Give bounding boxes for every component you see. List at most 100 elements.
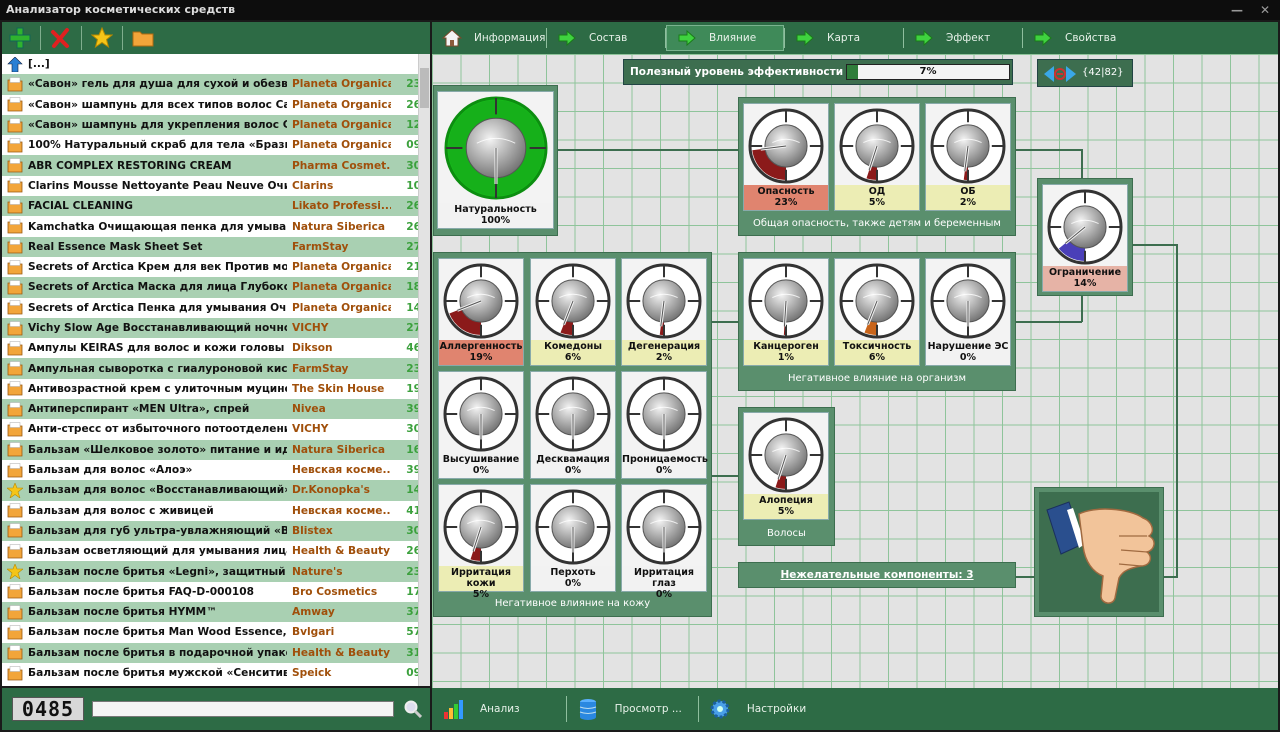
ble-bar: Полезный уровень эффективности (BLE): 7% <box>623 59 1013 85</box>
list-item[interactable]: Бальзам осветляющий для умывания лица, ш… <box>2 541 430 561</box>
list-item[interactable]: Бальзам для волос с живицей Невская косме… <box>2 501 430 521</box>
ratio-box: {42|82} <box>1037 59 1133 87</box>
star-icon <box>7 482 23 498</box>
item-name: 100% Натуральный скраб для тела «Бразиль… <box>28 139 287 152</box>
folder-icon[interactable] <box>129 24 157 52</box>
item-name: Бальзам для волос «Алоэ» <box>28 464 193 477</box>
permeability-gauge[interactable]: Проницаемость 0% <box>621 371 708 479</box>
file-icon <box>7 361 23 376</box>
list-item[interactable]: Бальзам для волос «Алоэ» Невская косме...… <box>2 460 430 480</box>
ob-gauge[interactable]: ОБ 2% <box>925 103 1011 211</box>
list-item[interactable]: Secrets of Arctica Крем для век Против м… <box>2 257 430 277</box>
gear-icon <box>710 699 730 719</box>
tab-composition[interactable]: Состав <box>547 22 665 54</box>
item-name: Secrets of Arctica Пенка для умывания Оч… <box>28 301 287 314</box>
list-item[interactable]: Real Essence Mask Sheet Set FarmStay 27 <box>2 236 430 257</box>
favorite-icon[interactable] <box>88 24 116 52</box>
list-item[interactable]: «Савон» шампунь для всех типов волос Сав… <box>2 95 430 115</box>
settings-button[interactable]: Настройки <box>699 688 806 730</box>
item-name: Бальзам после бритья в подарочной упаков… <box>28 646 287 659</box>
comedones-gauge[interactable]: Комедоны 6% <box>530 258 616 366</box>
naturalness-gauge[interactable]: Натуральность 100% <box>437 91 554 229</box>
gauge-label: ОБ <box>960 186 976 197</box>
list-item[interactable]: Бальзам после бритья в подарочной упаков… <box>2 642 430 663</box>
item-name: Secrets of Arctica Маска для лица Глубок… <box>28 281 287 294</box>
tab-influence[interactable]: Влияние <box>666 25 784 51</box>
desquamation-gauge[interactable]: Десквамация 0% <box>530 371 616 479</box>
gauge-value: 19% <box>469 352 493 363</box>
window-title: Анализатор косметических средств — ✕ <box>0 0 1280 20</box>
list-item[interactable]: Анти-стресс от избыточного потоотделения… <box>2 419 430 439</box>
gauge-label: ОД <box>868 186 886 197</box>
dandruff-gauge[interactable]: Перхоть 0% <box>530 484 616 592</box>
view-button[interactable]: Просмотр ... <box>567 688 682 730</box>
tab-map[interactable]: Карта <box>785 22 903 54</box>
list-item[interactable]: Secrets of Arctica Пенка для умывания Оч… <box>2 298 430 318</box>
item-brand: Невская косме... <box>292 464 391 477</box>
list-item[interactable]: «Савон» шампунь для укрепления волос Сав… <box>2 114 430 136</box>
gauge-label: Аллергенность <box>439 341 523 352</box>
list-scrollbar[interactable] <box>418 54 430 686</box>
eye-irritation-gauge[interactable]: Ирритация глаз 0% <box>621 484 707 600</box>
degeneration-gauge[interactable]: Дегенерация 2% <box>621 258 707 366</box>
close-window-icon[interactable]: ✕ <box>1254 2 1276 18</box>
item-brand: FarmStay <box>292 240 349 253</box>
item-brand: Natura Siberica <box>292 220 385 233</box>
drying-gauge[interactable]: Высушивание 0% <box>438 371 524 479</box>
list-item[interactable]: Ампульная сыворотка с гиалуроновой кисло… <box>2 358 430 379</box>
file-icon <box>7 117 23 132</box>
skin-irritation-gauge[interactable]: Ирритация кожи 5% <box>438 484 524 600</box>
list-up-item[interactable]: [...] <box>2 54 430 74</box>
tab-properties[interactable]: Свойства <box>1023 22 1141 54</box>
list-item[interactable]: Ампулы KEIRAS для волос и кожи головы 8*… <box>2 338 430 358</box>
star-icon <box>7 564 23 580</box>
list-item[interactable]: Бальзам после бритья мужской «Сенситив» S… <box>2 663 430 683</box>
list-item[interactable]: Бальзам «Шелковое золото» питание и идеа… <box>2 439 430 460</box>
list-item[interactable]: Антиперспирант «MEN Ultra», спрей Nivea 39 <box>2 399 430 420</box>
danger-gauge[interactable]: Опасность 23% <box>743 103 829 211</box>
analysis-button[interactable]: Анализ <box>432 688 520 730</box>
list-item[interactable]: ABR COMPLEX RESTORING CREAM Pharma Cosmet… <box>2 155 430 176</box>
ble-progress: 7% <box>846 64 1010 80</box>
delete-icon[interactable] <box>47 24 75 52</box>
list-item[interactable]: Vichy Slow Age Восстанавливающий ночной … <box>2 317 430 339</box>
list-item[interactable]: Бальзам после бритья HYMM™ Amway 37 <box>2 602 430 623</box>
list-item[interactable]: Бальзам после бритья FAQ-D-000108 Bro Cos… <box>2 582 430 602</box>
product-list[interactable]: [...] «Савон» гель для душа для сухой и … <box>2 54 430 686</box>
list-item[interactable]: 100% Натуральный скраб для тела «Бразиль… <box>2 135 430 155</box>
od-gauge[interactable]: ОД 5% <box>834 103 920 211</box>
list-item[interactable]: Бальзам для губ ультра-увлажняющий «Blis… <box>2 520 430 542</box>
alopecia-gauge[interactable]: Алопеция 5% <box>743 412 829 520</box>
minimize-icon[interactable]: — <box>1226 2 1248 18</box>
list-item[interactable]: «Савон» гель для душа для сухой и обезво… <box>2 74 430 95</box>
restriction-gauge[interactable]: Ограничение 14% <box>1042 184 1128 292</box>
item-brand: Planeta Organica <box>292 261 391 274</box>
es-disruption-gauge[interactable]: Нарушение ЭС 0% <box>925 258 1011 366</box>
add-icon[interactable] <box>6 24 34 52</box>
tab-effect[interactable]: Эффект <box>904 22 1022 54</box>
gauge-label: Перхоть <box>550 567 596 578</box>
item-brand: Bro Cosmetics <box>292 585 378 598</box>
search-icon[interactable] <box>404 700 422 718</box>
list-item[interactable]: Secrets of Arctica Маска для лица Глубок… <box>2 277 430 298</box>
verdict-panel <box>1034 487 1164 617</box>
allergenicity-gauge[interactable]: Аллергенность 19% <box>438 258 524 366</box>
search-input[interactable] <box>92 701 394 717</box>
carcinogen-gauge[interactable]: Канцероген 1% <box>743 258 829 366</box>
list-item[interactable]: Бальзам после бритья «Legni», защитный с… <box>2 561 430 582</box>
gauge-value: 0% <box>472 465 490 476</box>
item-brand: Pharma Cosmet... <box>292 159 391 172</box>
item-count: 21 <box>406 261 421 274</box>
toxicity-gauge[interactable]: Токсичность 6% <box>834 258 920 366</box>
tab-info[interactable]: Информация <box>432 22 546 54</box>
list-item[interactable]: Антивозрастной крем с улиточным муцином … <box>2 379 430 399</box>
list-item[interactable]: Kamchatka Очищающая пенка для умывания и… <box>2 216 430 236</box>
file-icon <box>7 239 23 254</box>
list-item[interactable]: Бальзам после бритья Man Wood Essence, 1… <box>2 622 430 642</box>
item-brand: Likato Professi... <box>292 200 391 213</box>
list-item[interactable]: FACIAL CLEANING Likato Professi... 26 <box>2 196 430 217</box>
item-brand: Blistex <box>292 524 333 537</box>
list-item[interactable]: Бальзам для волос «Восстанавливающий» Dr.… <box>2 480 430 501</box>
undesired-components-link[interactable]: Нежелательные компоненты: 3 <box>738 562 1016 588</box>
list-item[interactable]: Clarins Mousse Nettoyante Peau Neuve Очи… <box>2 176 430 196</box>
